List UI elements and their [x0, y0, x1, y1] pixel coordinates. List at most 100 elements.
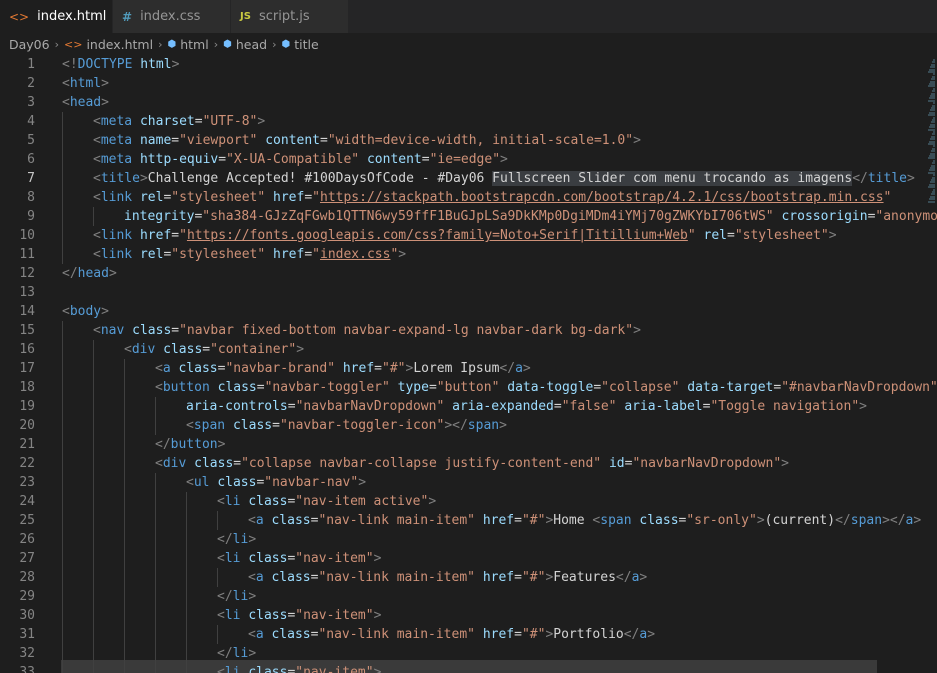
- code-line[interactable]: 16 <div class="container">: [0, 340, 937, 359]
- tab-script-js[interactable]: JS script.js: [231, 0, 349, 33]
- code-line[interactable]: 3 <head>: [0, 93, 937, 112]
- code-token: href: [273, 247, 305, 262]
- code-token: =: [726, 228, 735, 243]
- indent-guide: [155, 606, 156, 625]
- breadcrumb-symbol-title[interactable]: ⬢ title: [281, 37, 318, 52]
- code-token: =: [553, 399, 562, 414]
- indent-guide: [62, 188, 63, 207]
- code-token: <: [155, 380, 163, 395]
- indent-guide: [155, 416, 156, 435]
- code-token: "navbar-brand": [225, 361, 336, 376]
- code-token: crossorigin: [781, 209, 868, 224]
- code-line[interactable]: 1 <!DOCTYPE html>: [0, 55, 937, 74]
- indent-guide: [62, 321, 63, 340]
- code-line[interactable]: 13: [0, 283, 937, 302]
- breadcrumb-file[interactable]: <> index.html: [64, 37, 153, 52]
- code-token: span: [600, 513, 632, 528]
- breadcrumb-folder[interactable]: Day06: [9, 37, 50, 52]
- line-number: 15: [19, 323, 35, 338]
- code-editor[interactable]: 1 <!DOCTYPE html> 2 <html> 3 <head> 4 <meta cha…: [0, 55, 937, 673]
- minimap[interactable]: [925, 55, 937, 673]
- code-line[interactable]: 6 <meta http-equiv="X-UA-Compatible" cont…: [0, 150, 937, 169]
- indent-guide: [93, 340, 94, 359]
- code-token: <!: [62, 57, 78, 72]
- code-line[interactable]: 26 </li>: [0, 530, 937, 549]
- code-line[interactable]: 21 </button>: [0, 435, 937, 454]
- element-icon: ⬢: [223, 38, 232, 50]
- code-line[interactable]: 18 <button class="navbar-toggler" type="b…: [0, 378, 937, 397]
- code-line[interactable]: 32 </li>: [0, 644, 937, 663]
- code-token: content: [265, 133, 321, 148]
- code-line[interactable]: 7 <title>Challenge Accepted! #100DaysOfCo…: [0, 169, 937, 188]
- html-file-icon: <>: [9, 9, 30, 24]
- code-token: rel: [703, 228, 727, 243]
- code-token: </: [499, 361, 516, 376]
- code-line[interactable]: 27 <li class="nav-item">: [0, 549, 937, 568]
- code-token: "width=device-width, initial-scale=1.0": [327, 133, 634, 148]
- breadcrumb-label: title: [294, 36, 319, 52]
- code-token: <: [62, 95, 70, 110]
- code-token: =: [421, 152, 430, 167]
- line-number: 4: [27, 114, 35, 129]
- indent-guide: [124, 454, 125, 473]
- code-line[interactable]: 28 <a class="nav-link main-item" href="#"…: [0, 568, 937, 587]
- indent-guide: [93, 435, 94, 454]
- code-text: <title>Challenge Accepted! #100DaysOfCod…: [93, 169, 915, 188]
- tab-label: index.css: [140, 9, 201, 24]
- code-token: a: [162, 361, 171, 376]
- code-token: "navbar fixed-bottom navbar-expand-lg na…: [179, 323, 634, 338]
- indent-guide: [93, 454, 94, 473]
- indent-guide: [124, 625, 125, 644]
- code-token: "nav-link main-item": [318, 627, 475, 642]
- code-token: "navbarNavDropdown": [295, 399, 445, 414]
- code-token: >: [101, 95, 109, 110]
- code-line[interactable]: 22 <div class="collapse navbar-collapse j…: [0, 454, 937, 473]
- code-line[interactable]: 5 <meta name="viewport" content="width=de…: [0, 131, 937, 150]
- code-text: <button class="navbar-toggler" type="but…: [155, 378, 937, 397]
- code-line[interactable]: 19 aria-controls="navbarNavDropdown" aria…: [0, 397, 937, 416]
- code-line[interactable]: 30 <li class="nav-item">: [0, 606, 937, 625]
- code-token: "stylesheet": [734, 228, 829, 243]
- code-line[interactable]: 20 <span class="navbar-toggler-icon"></sp…: [0, 416, 937, 435]
- code-line[interactable]: 2 <html>: [0, 74, 937, 93]
- code-token: "nav-link main-item": [318, 513, 475, 528]
- code-token: rel: [139, 247, 164, 262]
- code-line[interactable]: 9 integrity="sha384-GJzZqFGwb1QTTN6wy59ff…: [0, 207, 937, 226]
- breadcrumb-symbol-html[interactable]: ⬢ html: [168, 37, 209, 52]
- code-token: >: [296, 342, 305, 357]
- code-line[interactable]: 23 <ul class="navbar-nav">: [0, 473, 937, 492]
- code-line[interactable]: 11 <link rel="stylesheet" href="index.css…: [0, 245, 937, 264]
- code-line[interactable]: 14 <body>: [0, 302, 937, 321]
- indent-guide: [93, 568, 94, 587]
- indent-guide: [93, 359, 94, 378]
- code-token: >: [373, 665, 382, 673]
- indent-guide: [155, 644, 156, 663]
- code-line[interactable]: 10 <link href="https://fonts.googleapis.c…: [0, 226, 937, 245]
- indent-guide: [62, 169, 63, 188]
- code-line[interactable]: 15 <nav class="navbar fixed-bottom navbar…: [0, 321, 937, 340]
- code-token: >: [101, 304, 109, 319]
- code-token: >: [108, 266, 117, 281]
- code-line[interactable]: 4 <meta charset="UTF-8">: [0, 112, 937, 131]
- tab-index-html[interactable]: <> index.html ✕: [0, 0, 127, 33]
- code-token: aria-controls: [186, 399, 288, 414]
- indent-guide: [62, 454, 63, 473]
- code-line[interactable]: 29 </li>: [0, 587, 937, 606]
- code-token: data-target: [687, 380, 774, 395]
- code-line[interactable]: 31 <a class="nav-link main-item" href="#"…: [0, 625, 937, 644]
- chevron-right-icon: ›: [213, 37, 219, 51]
- code-line[interactable]: 24 <li class="nav-item active">: [0, 492, 937, 511]
- breadcrumb-symbol-head[interactable]: ⬢ head: [223, 37, 267, 52]
- code-line[interactable]: 33 <li class="nav-item">: [0, 663, 937, 673]
- code-token: </: [852, 171, 868, 186]
- tab-index-css[interactable]: # index.css: [113, 0, 231, 33]
- code-line[interactable]: 8 <link rel="stylesheet" href="https://st…: [0, 188, 937, 207]
- code-line[interactable]: 17 <a class="navbar-brand" href="#">Lorem…: [0, 359, 937, 378]
- code-token: class: [271, 570, 311, 585]
- code-line[interactable]: 25 <a class="nav-link main-item" href="#"…: [0, 511, 937, 530]
- line-number: 10: [19, 228, 35, 243]
- code-line[interactable]: 12 </head>: [0, 264, 937, 283]
